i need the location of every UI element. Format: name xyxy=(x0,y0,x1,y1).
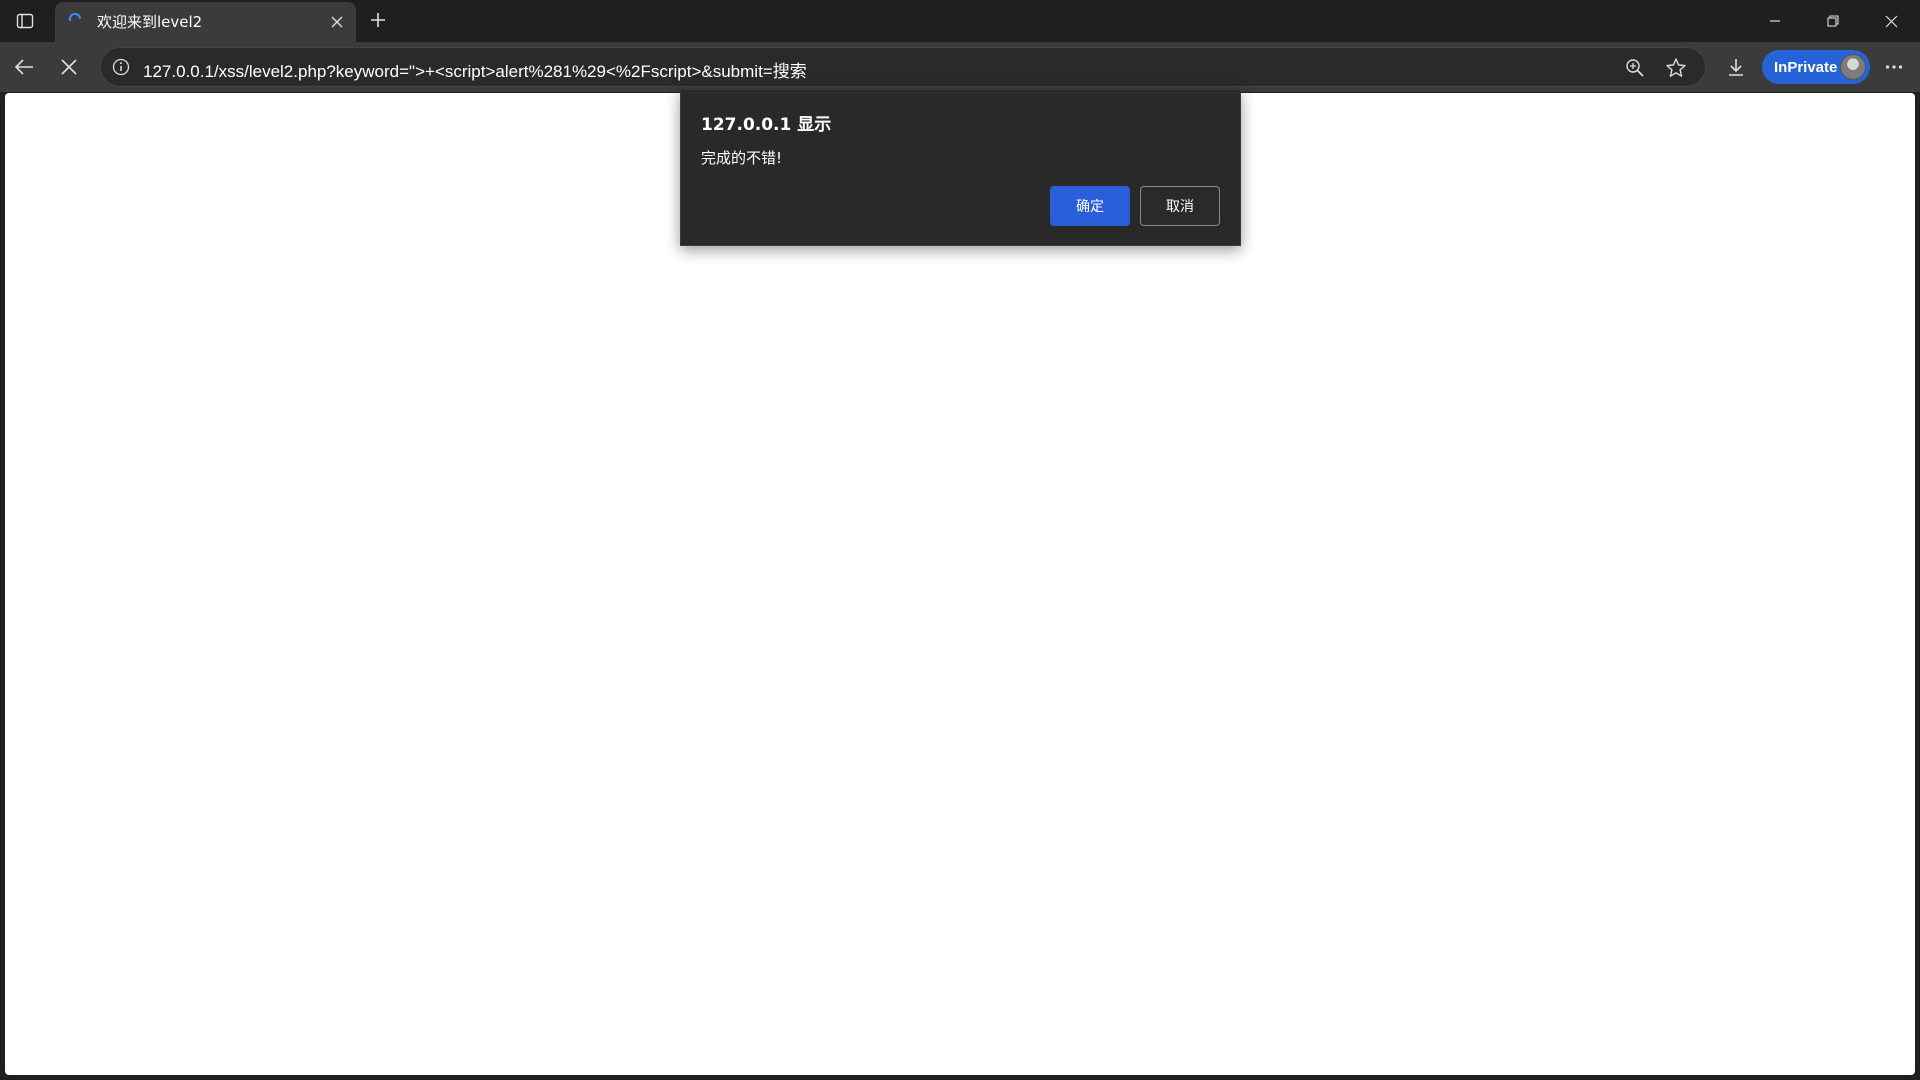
tab-actions-button[interactable] xyxy=(10,6,40,36)
downloads-button[interactable] xyxy=(1718,49,1754,85)
tab-strip: 欢迎来到level2 xyxy=(0,0,1920,42)
stop-icon xyxy=(61,59,77,75)
toolbar: 127.0.0.1/xss/level2.php?keyword=">+<scr… xyxy=(0,42,1920,92)
site-info-button[interactable] xyxy=(111,57,131,77)
tab-title: 欢迎来到level2 xyxy=(97,13,203,31)
plus-icon xyxy=(371,13,385,27)
tab-close-button[interactable] xyxy=(326,11,348,33)
window-close-button[interactable] xyxy=(1862,0,1920,42)
new-tab-button[interactable] xyxy=(363,5,393,35)
zoom-button[interactable] xyxy=(1623,56,1647,80)
cancel-button[interactable]: 取消 xyxy=(1140,186,1220,226)
tab-active[interactable]: 欢迎来到level2 xyxy=(55,2,356,42)
dialog-title: 127.0.0.1 显示 xyxy=(701,115,832,135)
avatar xyxy=(1840,54,1866,80)
download-icon xyxy=(1729,59,1743,76)
minimize-icon xyxy=(1770,20,1780,22)
stop-loading-button[interactable] xyxy=(51,49,87,85)
loading-spinner-icon xyxy=(68,12,81,21)
star-icon xyxy=(1666,58,1686,77)
restore-icon xyxy=(1827,15,1839,27)
favorite-button[interactable] xyxy=(1663,55,1689,81)
back-arrow-icon xyxy=(14,59,33,75)
more-icon xyxy=(1885,65,1903,69)
back-button[interactable] xyxy=(6,49,42,85)
ok-button[interactable]: 确定 xyxy=(1050,186,1130,226)
minimize-button[interactable] xyxy=(1746,0,1804,42)
inprivate-label: InPrivate xyxy=(1774,58,1838,76)
tab-actions-icon xyxy=(16,13,34,29)
browser-window: 欢迎来到level2 127.0.0.1/xss/level2.php?keyw… xyxy=(0,0,1920,1080)
more-button[interactable] xyxy=(1876,49,1912,85)
close-icon xyxy=(331,16,343,28)
url-text[interactable]: 127.0.0.1/xss/level2.php?keyword=">+<scr… xyxy=(143,57,807,82)
inprivate-profile-button[interactable]: InPrivate xyxy=(1762,50,1870,84)
zoom-icon xyxy=(1626,59,1644,77)
info-icon xyxy=(112,58,130,76)
restore-button[interactable] xyxy=(1804,0,1862,42)
address-bar[interactable]: 127.0.0.1/xss/level2.php?keyword=">+<scr… xyxy=(100,47,1706,87)
close-icon xyxy=(1885,15,1897,27)
alert-dialog: 127.0.0.1 显示 完成的不错! 确定 取消 xyxy=(680,89,1241,246)
dialog-message: 完成的不错! xyxy=(701,149,783,167)
